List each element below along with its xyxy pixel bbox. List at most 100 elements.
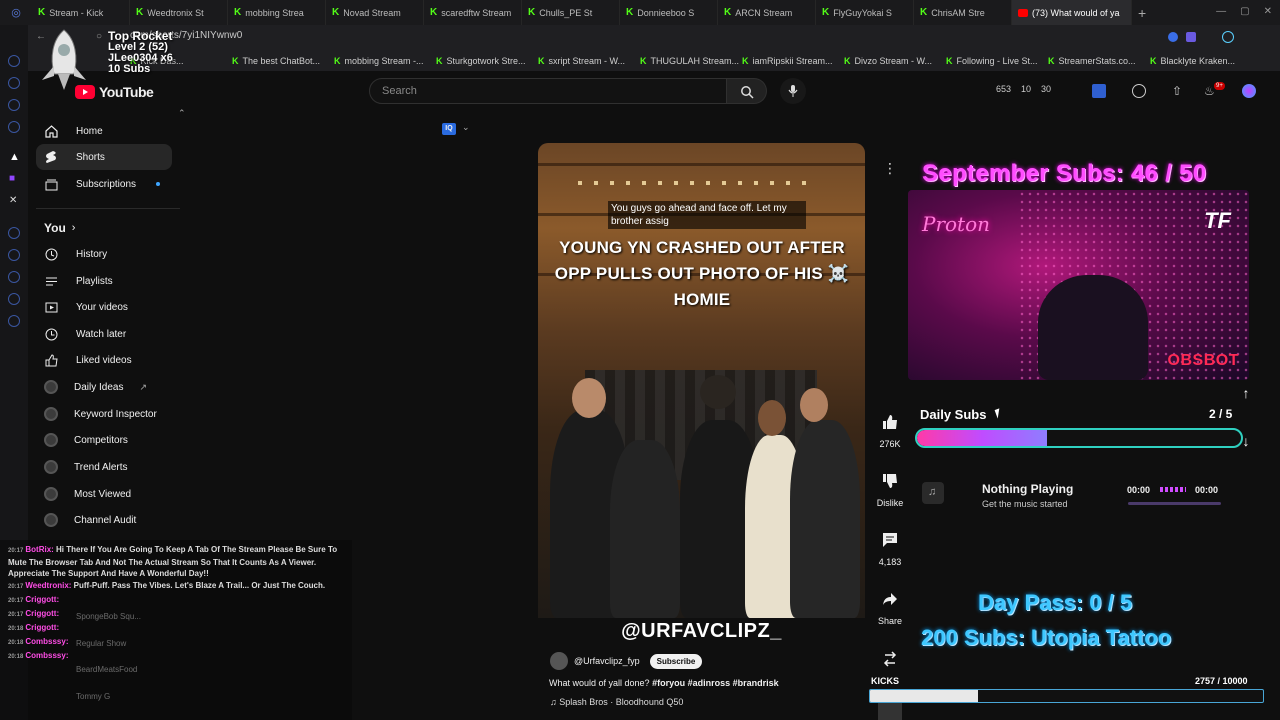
video-person xyxy=(758,400,786,436)
mic-icon xyxy=(788,85,798,97)
address-bar[interactable]: ← ○ com/shorts/7yi1NIYwnw0 xyxy=(0,25,1280,51)
next-short-button[interactable]: ↓ xyxy=(1235,433,1257,455)
panel-icon[interactable] xyxy=(8,271,20,283)
bookmark-item[interactable]: Kmobbing Stream -... xyxy=(334,56,436,66)
sidebar-item-history[interactable]: History xyxy=(36,241,172,267)
search-button[interactable] xyxy=(727,78,767,104)
daily-subs-progress xyxy=(915,428,1243,448)
you-section-header[interactable]: You › xyxy=(36,215,172,241)
bookmark-item[interactable]: K Sturkgotwork Stre... xyxy=(436,56,538,66)
panel-icon[interactable] xyxy=(8,227,20,239)
browser-tab[interactable]: K FlyGuyYokai S xyxy=(816,0,914,25)
extension-icon[interactable] xyxy=(1168,32,1178,42)
browser-tab[interactable]: (73) What would of ya xyxy=(1012,0,1132,25)
x-icon[interactable]: ✕ xyxy=(9,195,17,206)
sidebar-item-daily-ideas[interactable]: Daily Ideas ↗ xyxy=(36,374,172,400)
collapse-icon[interactable]: ⌃ xyxy=(178,108,186,119)
search-input[interactable]: Search xyxy=(369,78,727,104)
kick-icon: K xyxy=(640,56,647,66)
browser-tab[interactable]: Kscaredftw Stream xyxy=(424,0,522,25)
new-tab-button[interactable]: + xyxy=(1138,5,1146,21)
sidebar-item-most-viewed[interactable]: Most Viewed xyxy=(36,481,172,507)
twitch-icon[interactable]: ■ xyxy=(9,173,15,184)
subscribe-button[interactable]: Subscribe xyxy=(649,653,703,669)
music-time-end: 00:00 xyxy=(1195,485,1219,495)
sidebar-label: Keyword Inspector xyxy=(74,408,157,420)
gear-icon[interactable] xyxy=(8,315,20,327)
channel-name[interactable]: @Urfavclipz_fyp xyxy=(574,656,640,666)
sidebar-item-your-videos[interactable]: Your videos xyxy=(36,294,172,320)
more-options-button[interactable]: ⋮ xyxy=(873,160,907,177)
bookmark-item[interactable]: KiamRipskii Stream... xyxy=(742,56,844,66)
remix-button[interactable] xyxy=(873,645,907,676)
bookmark-item[interactable]: K THUGULAH Stream... xyxy=(640,56,742,66)
browser-menu-icon[interactable]: ◎ xyxy=(0,6,32,19)
dislike-label: Dislike xyxy=(876,498,904,508)
chevron-down-icon[interactable]: ⌄ xyxy=(462,122,470,133)
browser-tab[interactable]: K ChrisAM Stre xyxy=(914,0,1012,25)
divider xyxy=(36,208,180,209)
video-music[interactable]: ♫ Splash Bros · Bloodhound Q50 xyxy=(550,697,683,707)
browser-tab[interactable]: K Donnieeboo S xyxy=(620,0,718,25)
sidebar-item-channel-audit[interactable]: Channel Audit xyxy=(36,507,172,533)
browser-tab[interactable]: K Stream - Kick xyxy=(32,0,130,25)
chat-time: 20:18 xyxy=(8,654,24,660)
dislike-button[interactable]: Dislike xyxy=(873,467,907,508)
comments-button[interactable]: 4,183 xyxy=(873,526,907,567)
extension-icon[interactable] xyxy=(1092,84,1106,98)
profile-icon[interactable] xyxy=(1222,31,1234,43)
panel-icon[interactable] xyxy=(8,55,20,67)
sidebar-item-competitors[interactable]: Competitors xyxy=(36,427,172,453)
browser-tab[interactable]: K Chulls_PE St xyxy=(522,0,620,25)
sidebar-item-shorts[interactable]: Shorts xyxy=(36,144,172,170)
kick-icon[interactable]: ▲ xyxy=(9,151,20,163)
browser-tab[interactable]: K Novad Stream xyxy=(326,0,424,25)
playlists-icon xyxy=(44,274,58,288)
extension-icon[interactable] xyxy=(1186,32,1196,42)
hashtags[interactable]: #foryou #adinross #brandrisk xyxy=(652,678,779,688)
obsbot-brand: OBSBOT xyxy=(1167,352,1239,369)
chat-time: 20:17 xyxy=(8,584,24,590)
panel-icon[interactable] xyxy=(8,249,20,261)
share-button[interactable]: Share xyxy=(873,585,907,626)
channel-avatar[interactable] xyxy=(550,652,568,670)
panel-icon[interactable] xyxy=(8,293,20,305)
your-videos-icon xyxy=(44,300,58,314)
vidiq-badge-icon[interactable]: IQ xyxy=(442,123,456,135)
browser-tab[interactable]: Kmobbing Strea xyxy=(228,0,326,25)
sidebar-item-playlists[interactable]: Playlists xyxy=(36,268,172,294)
chat-text: Hi There If You Are Going To Keep A Tab … xyxy=(8,545,338,578)
panel-icon[interactable] xyxy=(8,99,20,111)
bookmark-item[interactable]: K Following - Live St... xyxy=(946,56,1048,66)
window-controls[interactable]: — ▢ ✕ xyxy=(1216,6,1272,17)
sidebar-item-keyword-inspector[interactable]: Keyword Inspector xyxy=(36,401,172,427)
browser-tab[interactable]: K Weedtronix St xyxy=(130,0,228,25)
bookmark-item[interactable]: Ksxript Stream - W... xyxy=(538,56,640,66)
avatar[interactable] xyxy=(1242,84,1256,98)
notification-badge: 9+ xyxy=(1214,82,1225,90)
previous-short-button[interactable]: ↑ xyxy=(1235,385,1257,407)
sidebar-item-subscriptions[interactable]: Subscriptions xyxy=(36,171,172,197)
chat-time: 20:17 xyxy=(8,612,24,618)
kick-icon: K xyxy=(232,56,239,66)
bookmark-item[interactable]: K Divzo Stream - W... xyxy=(844,56,946,66)
bookmark-item[interactable]: K The best ChatBot... xyxy=(232,56,334,66)
like-button[interactable]: 276K xyxy=(873,408,907,449)
bookmark-item[interactable]: K StreamerStats.co... xyxy=(1048,56,1150,66)
voice-search-button[interactable] xyxy=(780,78,806,104)
sidebar-item-trend-alerts[interactable]: Trend Alerts xyxy=(36,454,172,480)
bookmark-item[interactable]: K Blacklyte Kraken... xyxy=(1150,56,1252,66)
panel-icon[interactable] xyxy=(8,77,20,89)
sidebar-item-liked-videos[interactable]: Liked videos xyxy=(36,347,172,373)
sidebar-label: Channel Audit xyxy=(74,514,137,526)
upload-icon[interactable]: ⇧ xyxy=(1172,84,1186,98)
sidebar-item-home[interactable]: Home xyxy=(36,118,172,144)
sidebar-item-watch-later[interactable]: Watch later xyxy=(36,321,172,347)
bulb-icon[interactable] xyxy=(1132,84,1146,98)
close-icon[interactable]: ✕ xyxy=(1264,6,1272,17)
browser-tab[interactable]: K ARCN Stream xyxy=(718,0,816,25)
panel-icon[interactable] xyxy=(8,121,20,133)
maximize-icon[interactable]: ▢ xyxy=(1240,6,1249,17)
minimize-icon[interactable]: — xyxy=(1216,6,1226,17)
chat-text: Puff-Puff. Pass The Vibes. Let's Blaze A… xyxy=(73,581,326,590)
